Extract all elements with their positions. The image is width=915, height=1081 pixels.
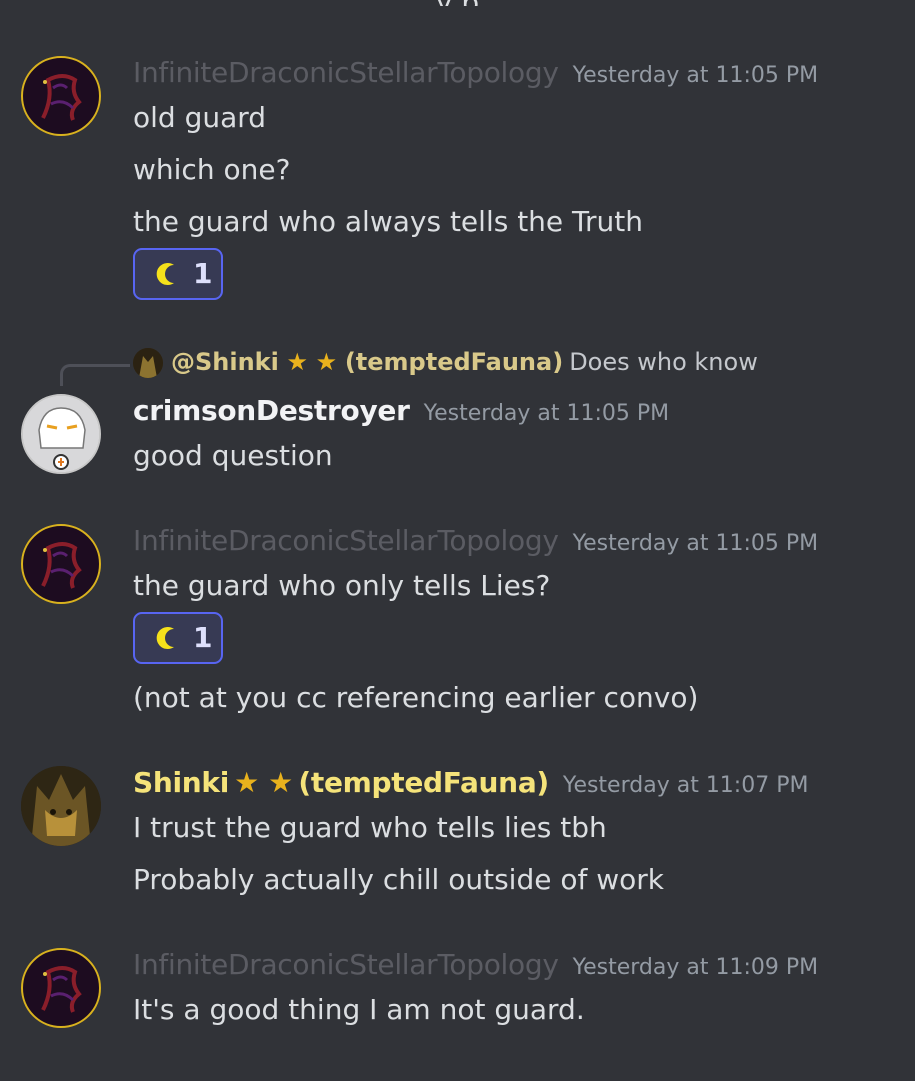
timestamp[interactable]: Yesterday at 11:05 PM	[573, 63, 819, 88]
avatar[interactable]	[21, 394, 101, 474]
reply-spine	[60, 364, 130, 386]
message-text: I trust the guard who tells lies tbh	[133, 811, 607, 844]
crescent-moon-icon	[156, 627, 174, 649]
dragon-avatar-icon	[41, 966, 82, 1013]
username[interactable]: InfiniteDraconicStellarTopology	[133, 56, 559, 89]
reply-handle[interactable]: (temptedFauna)	[345, 348, 563, 376]
dragon-avatar-icon	[41, 74, 82, 121]
shinki-avatar-icon	[133, 348, 163, 378]
message-text: the guard who always tells the Truth	[133, 205, 644, 238]
username[interactable]: crimsonDestroyer	[133, 394, 410, 427]
message-header: Shinki ★ ★ (temptedFauna) Yesterday at 11…	[133, 766, 808, 799]
message-text: Probably actually chill outside of work	[133, 863, 664, 896]
crescent-moon-icon	[156, 263, 174, 285]
avatar[interactable]	[21, 524, 101, 604]
star-icon: ★ ★	[234, 766, 294, 799]
reply-mention[interactable]: @Shinki	[171, 348, 279, 376]
reaction-button[interactable]: 1	[133, 248, 223, 300]
username[interactable]: Shinki	[133, 766, 229, 799]
message-header: crimsonDestroyer Yesterday at 11:05 PM	[133, 394, 669, 427]
message-text: which one?	[133, 153, 291, 186]
message-text: the guard who only tells Lies?	[133, 569, 551, 602]
user-handle[interactable]: (temptedFauna)	[298, 766, 549, 799]
reply-avatar	[133, 348, 163, 378]
message-text: old guard	[133, 101, 267, 134]
reaction-count: 1	[193, 257, 213, 290]
username[interactable]: InfiniteDraconicStellarTopology	[133, 948, 559, 981]
message-header: InfiniteDraconicStellarTopology Yesterday…	[133, 524, 818, 557]
dragon-avatar-icon	[41, 542, 82, 589]
reply-preview[interactable]: @Shinki ★ ★ (temptedFauna) Does who know	[133, 348, 758, 378]
reply-text[interactable]: Does who know	[569, 348, 758, 376]
username[interactable]: InfiniteDraconicStellarTopology	[133, 524, 559, 557]
reaction-button[interactable]: 1	[133, 612, 223, 664]
avatar[interactable]	[21, 766, 101, 846]
avatar[interactable]	[21, 948, 101, 1028]
chat-message-list: y p InfiniteDraconicStellarTopology Yeste…	[0, 0, 915, 1081]
reaction-count: 1	[193, 621, 213, 654]
timestamp[interactable]: Yesterday at 11:05 PM	[424, 401, 670, 426]
message-text: (not at you cc referencing earlier convo…	[133, 681, 699, 714]
timestamp[interactable]: Yesterday at 11:07 PM	[563, 773, 809, 798]
message-header: InfiniteDraconicStellarTopology Yesterday…	[133, 948, 818, 981]
timestamp[interactable]: Yesterday at 11:09 PM	[573, 955, 819, 980]
previous-message-fragment: y p	[0, 0, 915, 6]
shinki-avatar-icon	[21, 766, 101, 846]
message-text: good question	[133, 439, 333, 472]
message-text: It's a good thing I am not guard.	[133, 993, 585, 1026]
message-header: InfiniteDraconicStellarTopology Yesterday…	[133, 56, 818, 89]
timestamp[interactable]: Yesterday at 11:05 PM	[573, 531, 819, 556]
avatar[interactable]	[21, 56, 101, 136]
star-icon: ★ ★	[286, 348, 338, 376]
troll-avatar-icon	[23, 396, 99, 472]
